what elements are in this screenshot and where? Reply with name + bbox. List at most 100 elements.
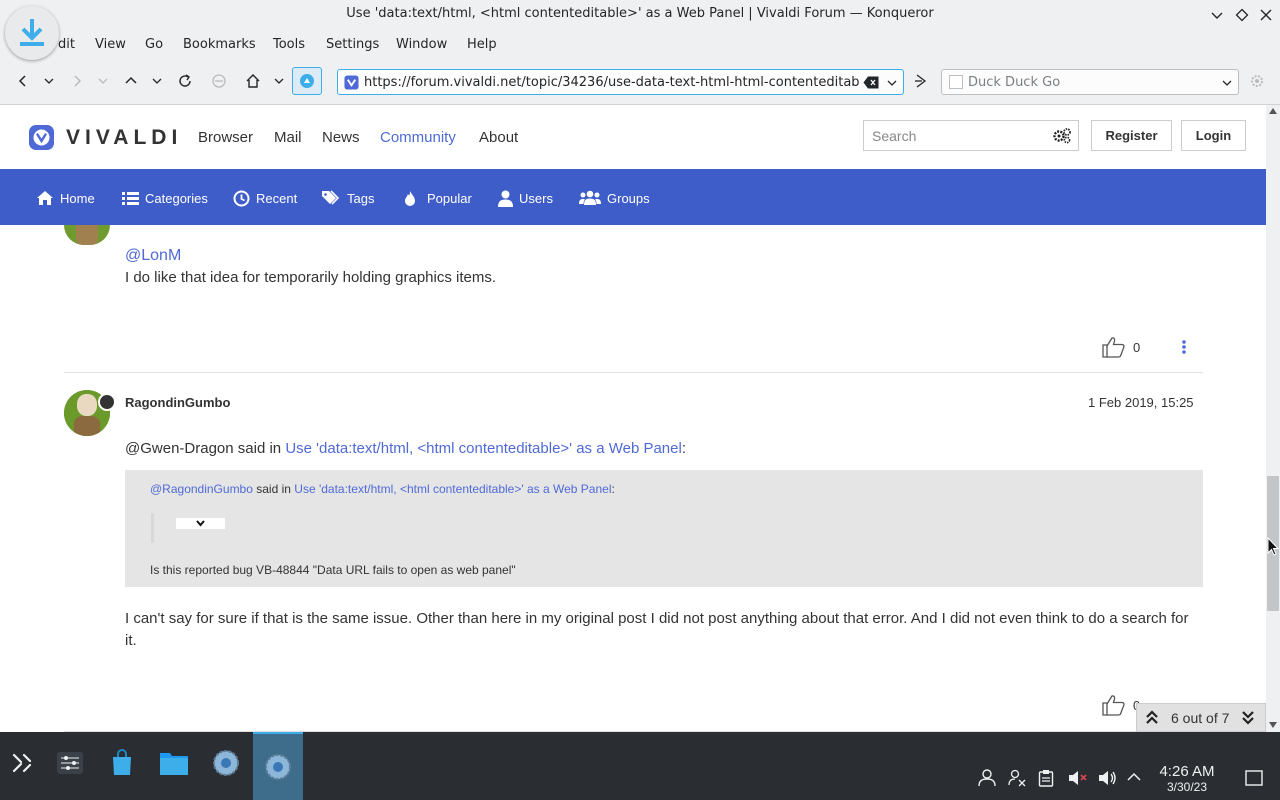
login-button[interactable]: Login <box>1181 120 1246 151</box>
forum-nav: Home Categories Recent Tags Popular User… <box>0 169 1266 225</box>
up-button[interactable] <box>120 69 142 93</box>
nested-quote-suffix: : <box>611 482 615 496</box>
menubar: dit View Go Bookmarks Tools Settings Win… <box>0 30 1280 59</box>
maximize-button[interactable] <box>1232 5 1252 25</box>
avatar[interactable] <box>64 225 110 245</box>
vote-count: 0 <box>1133 340 1141 355</box>
app-launcher-button[interactable] <box>0 741 44 785</box>
stop-button[interactable] <box>208 69 230 93</box>
home-button[interactable] <box>242 69 264 93</box>
system-settings-button[interactable] <box>48 741 92 785</box>
post-menu-button[interactable] <box>1181 339 1187 359</box>
list-icon <box>122 191 139 205</box>
double-chevron-up-icon <box>1146 710 1158 724</box>
search-options-gears-icon <box>1053 128 1071 144</box>
forum-nav-users-label: Users <box>519 190 553 206</box>
menu-tools[interactable]: Tools <box>273 37 305 52</box>
menu-gear-button[interactable] <box>1246 69 1268 93</box>
pager-label[interactable]: 6 out of 7 <box>1171 710 1229 726</box>
nested-quote-said-in: said in <box>252 482 295 496</box>
forum-nav-groups[interactable]: Groups <box>579 188 650 208</box>
volume-icon[interactable] <box>1097 769 1117 787</box>
scroll-down-icon <box>1269 722 1277 728</box>
quote-text: Is this reported bug VB-48844 "Data URL … <box>150 563 516 577</box>
nav-mail[interactable]: Mail <box>274 129 302 146</box>
page-scrollbar[interactable] <box>1266 105 1280 732</box>
user-icon <box>498 190 513 207</box>
status-indicator <box>98 393 116 411</box>
forum-search-input[interactable]: Search <box>863 120 1079 151</box>
post-timestamp[interactable]: 1 Feb 2019, 15:25 <box>1088 395 1194 410</box>
file-manager-button[interactable] <box>152 741 196 785</box>
thumbs-up-icon <box>1102 695 1125 716</box>
forward-history-button[interactable] <box>92 69 114 93</box>
vivaldi-logo[interactable]: VIVALDI <box>29 125 182 150</box>
post-mention-link[interactable]: @LonM <box>125 247 181 265</box>
menu-go[interactable]: Go <box>145 37 163 52</box>
minimize-button[interactable] <box>1207 5 1227 25</box>
download-indicator[interactable] <box>5 6 59 60</box>
upvote-button[interactable] <box>1102 336 1126 362</box>
clock[interactable]: 4:26 AM 3/30/23 <box>1150 763 1224 794</box>
upvote-button[interactable] <box>1102 694 1126 720</box>
forum-nav-home[interactable]: Home <box>36 188 95 208</box>
menu-settings[interactable]: Settings <box>326 37 379 52</box>
muted-audio-icon[interactable] <box>1067 769 1087 787</box>
back-button[interactable] <box>12 69 34 93</box>
up-history-button[interactable] <box>146 69 168 93</box>
reload-button[interactable] <box>174 69 196 93</box>
nav-community[interactable]: Community <box>380 129 456 146</box>
menu-view[interactable]: View <box>95 37 126 52</box>
clipboard-icon[interactable] <box>1038 769 1054 787</box>
search-engine-icon <box>949 75 963 89</box>
nav-browser[interactable]: Browser <box>198 129 253 146</box>
home-icon <box>37 191 53 205</box>
site-identity-button[interactable] <box>292 67 322 95</box>
quote-topic-link[interactable]: Use 'data:text/html, <html contenteditab… <box>285 440 682 457</box>
forum-nav-recent[interactable]: Recent <box>233 188 297 208</box>
user-icon[interactable] <box>978 769 996 787</box>
chevron-up-icon[interactable] <box>1127 772 1141 782</box>
menu-edit[interactable]: dit <box>58 37 75 52</box>
back-history-button[interactable] <box>38 69 60 93</box>
show-desktop-icon[interactable] <box>1245 770 1263 786</box>
nav-about[interactable]: About <box>479 129 518 146</box>
forum-nav-tags[interactable]: Tags <box>321 188 374 208</box>
web-search-bar[interactable]: Duck Duck Go <box>941 69 1239 95</box>
quote-header-suffix: : <box>681 440 686 457</box>
go-button[interactable] <box>910 69 932 93</box>
window-title: Use 'data:text/html, <html contenteditab… <box>346 6 934 21</box>
reload-icon <box>179 74 191 87</box>
forum-nav-users[interactable]: Users <box>498 188 553 208</box>
nested-quote-mention[interactable]: @RagondinGumbo <box>150 482 253 496</box>
pager-first-button[interactable] <box>1145 710 1159 729</box>
kde-connect-icon[interactable] <box>1008 769 1026 787</box>
menu-bookmarks[interactable]: Bookmarks <box>183 37 256 52</box>
url-text[interactable]: https://forum.vivaldi.net/topic/34236/us… <box>364 75 859 90</box>
nested-quote-link[interactable]: Use 'data:text/html, <html contenteditab… <box>294 482 611 496</box>
download-icon <box>20 19 44 46</box>
menu-window[interactable]: Window <box>396 37 447 52</box>
chevron-down-icon <box>1222 80 1232 86</box>
fire-icon <box>405 190 415 206</box>
chevron-down-icon <box>274 78 284 84</box>
pager-last-button[interactable] <box>1241 710 1255 729</box>
url-bar[interactable]: https://forum.vivaldi.net/topic/34236/us… <box>337 69 904 95</box>
post-author[interactable]: RagondinGumbo <box>125 395 230 410</box>
menu-help[interactable]: Help <box>467 37 497 52</box>
chevron-down-icon <box>196 520 205 527</box>
forum-nav-categories[interactable]: Categories <box>122 188 208 208</box>
konqueror-button[interactable] <box>204 741 248 785</box>
close-window-button[interactable] <box>1256 5 1276 25</box>
home-history-button[interactable] <box>268 69 290 93</box>
forum-search-placeholder: Search <box>872 128 917 144</box>
konqueror-active-button[interactable] <box>253 732 303 800</box>
register-button[interactable]: Register <box>1091 120 1172 151</box>
expand-quote-button[interactable] <box>176 518 225 529</box>
forum-nav-popular[interactable]: Popular <box>403 188 472 208</box>
forward-button[interactable] <box>66 69 88 93</box>
diamond-icon <box>1235 8 1249 22</box>
nav-news[interactable]: News <box>322 129 360 146</box>
discover-button[interactable] <box>100 741 144 785</box>
chevron-down-icon <box>98 78 108 84</box>
